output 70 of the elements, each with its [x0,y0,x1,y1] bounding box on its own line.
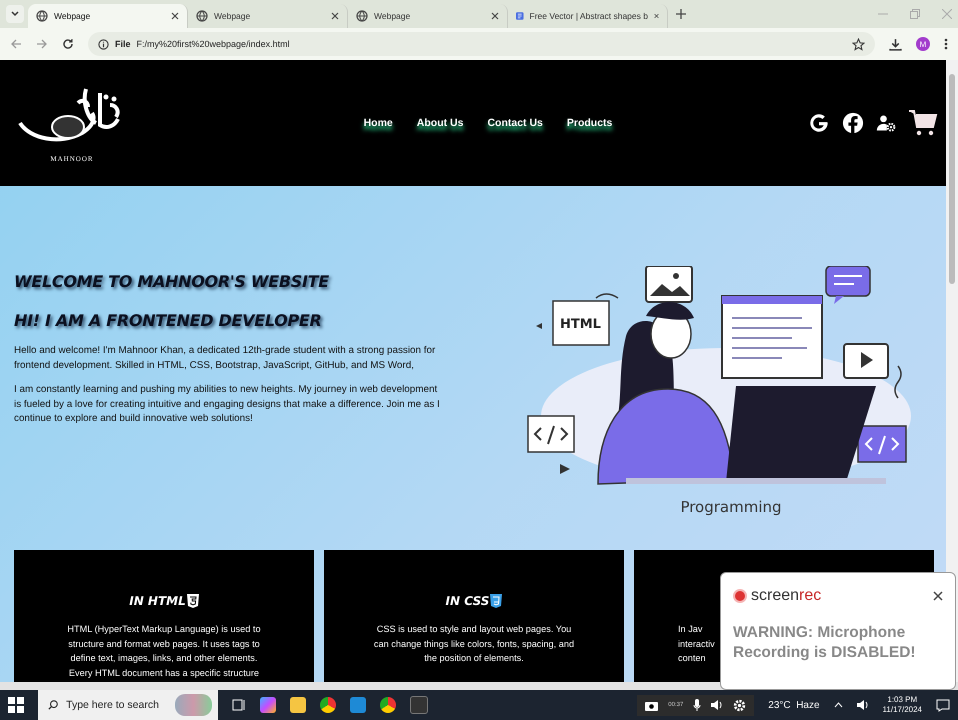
card-text-line: define text, images, links, and other elements. [70,652,258,665]
microphone-icon[interactable] [693,699,702,711]
card-text-line: structure and format web pages. It uses tags to [68,638,260,651]
brand-name: screenrec [751,587,822,605]
reload-icon[interactable] [62,38,74,50]
card-title: IN HTML [129,594,186,608]
html-label: HTML [560,317,601,332]
new-tab-icon[interactable] [676,9,686,19]
hero-subheading: HI! I AM A FRONTENED DEVELOPER [14,311,323,330]
scheme-label: File [115,39,131,49]
caret-icon[interactable] [834,702,843,708]
volume-icon[interactable] [856,699,869,711]
intro-paragraph: I am constantly learning and pushing my abilities to new heights. My journey in web development is fueled by a love for creating intuitive and engaging designs that make a difference. Join me as I continue to explore and build innovative web solutions! [14,383,441,426]
google-icon[interactable] [808,112,830,134]
camera-icon[interactable] [645,700,658,710]
forward-icon[interactable] [36,38,48,50]
close-icon[interactable] [491,12,499,20]
download-icon[interactable] [889,38,902,50]
search-highlight-picture [174,694,212,716]
close-icon[interactable] [331,12,339,20]
caret-icon [10,9,20,19]
nav-link[interactable]: Contact Us [487,117,543,129]
notification-icon[interactable] [936,698,950,712]
task-view-icon[interactable] [232,698,246,712]
card-text-line: In Jav [678,623,703,636]
taskbar-search-field[interactable]: Type here to search [38,690,218,720]
card-text-line: HTML (HyperText Markup Language) is used to [67,623,261,636]
illustration-caption: Programming [680,498,782,516]
nav-link[interactable]: Products [566,117,612,129]
intro-paragraph: Hello and welcome! I'm Mahnoor Khan, a dedicated 12th-grade student with a strong passion for frontend development. Skilled in HTML, CSS, Bootstrap, JavaScript, GitHub, and MS Word, [14,344,436,372]
warning-message: WARNING: Microphone Recording is DISABLED! [733,623,917,663]
url-text: F:/my%20first%20webpage/index.html [136,39,290,49]
card-text-line: conten [678,652,706,665]
back-icon[interactable] [10,38,22,50]
close-icon[interactable] [933,591,943,601]
nav-link[interactable]: About Us [416,117,464,129]
card-text-line: Every HTML document has a specific structure [68,666,260,680]
globe-icon [36,10,48,22]
card-text-line: interactiv [678,638,715,650]
weather-text: 23°C Haze [768,700,820,710]
card-text-line: the position of elements. [424,652,524,665]
menu-icon[interactable] [944,38,948,50]
clock-date: 11/17/2024 [882,705,922,715]
nav-link[interactable]: Home [364,117,393,129]
html5-shield-icon [186,594,199,608]
windows-start-icon[interactable] [8,697,24,713]
card-text-line: CSS is used to style and layout web pages. You [376,623,572,636]
document-icon [516,10,524,22]
cart-icon[interactable] [908,108,938,138]
clock-time: 1:03 PM [887,695,918,705]
css3-shield-icon [490,594,502,608]
settings-icon[interactable] [733,698,746,712]
globe-icon [196,10,208,22]
profile-avatar[interactable]: M [916,37,930,51]
facebook-icon[interactable] [842,112,864,134]
card-title: IN CSS [446,594,490,608]
close-icon[interactable] [171,12,179,20]
browser-tab[interactable]: Webpage [28,4,188,28]
close-icon[interactable] [654,12,659,20]
star-icon[interactable] [852,38,865,50]
address-field[interactable]: File F:/my%20first%20webpage/index.html [88,32,875,56]
record-icon [733,589,747,603]
card-text-line: can change things like colors, fonts, spacing, and [374,638,574,651]
search-icon [48,699,58,711]
globe-icon [356,10,368,22]
tab-search-button[interactable] [6,5,24,23]
user-settings-icon[interactable] [876,113,896,133]
hero-heading: WELCOME TO MAHNOOR'S WEBSITE [14,272,330,291]
speaker-icon[interactable] [711,699,724,711]
info-icon [98,38,109,50]
